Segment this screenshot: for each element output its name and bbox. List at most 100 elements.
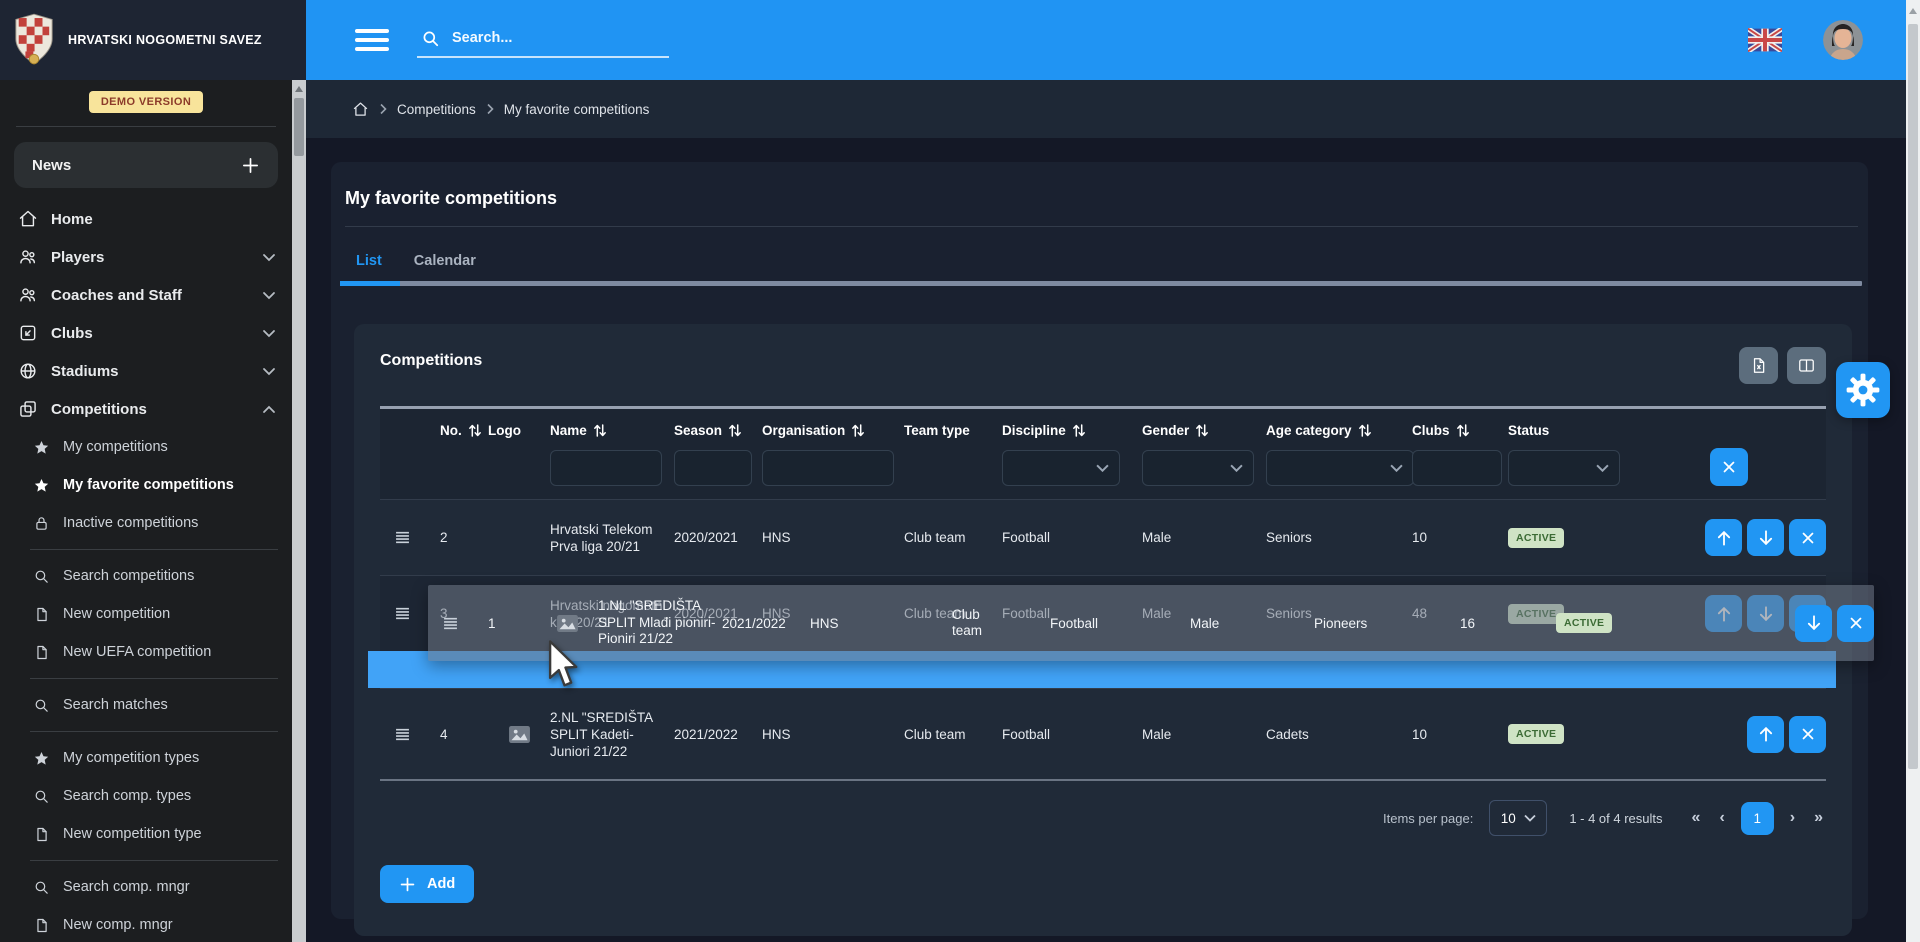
age_category-filter-select[interactable] bbox=[1266, 450, 1414, 486]
remove-button[interactable] bbox=[1789, 716, 1826, 753]
sort-icon[interactable] bbox=[593, 423, 607, 438]
sidebar-item-search-comp-types[interactable]: Search comp. types bbox=[0, 777, 292, 815]
status-filter-select[interactable] bbox=[1508, 450, 1620, 486]
sort-icon[interactable] bbox=[1456, 423, 1470, 438]
cell-age_category: Cadets bbox=[1252, 689, 1412, 779]
columns-toggle-button[interactable] bbox=[1787, 347, 1826, 384]
table-row[interactable]: 2Hrvatski Telekom Prva liga 20/212020/20… bbox=[380, 499, 1826, 575]
sort-icon[interactable] bbox=[468, 423, 482, 438]
clubs-filter-input[interactable] bbox=[1412, 450, 1502, 486]
sort-icon[interactable] bbox=[728, 423, 742, 438]
drag-handle-icon[interactable] bbox=[443, 617, 458, 630]
organisation-filter-input[interactable] bbox=[762, 450, 894, 486]
cell-discipline: Football bbox=[1002, 500, 1128, 575]
search-input[interactable] bbox=[450, 29, 634, 47]
cell-season: 2021/2022 bbox=[674, 689, 762, 779]
pagination-bar: Items per page: 10 1 - 4 of 4 results « … bbox=[380, 795, 1826, 841]
table-row[interactable]: 42.NL "SREDIŠTA SPLIT Kadeti-Juniori 21/… bbox=[380, 688, 1826, 779]
sidebar-item-competitions[interactable]: Competitions bbox=[0, 390, 292, 428]
file-icon bbox=[33, 606, 50, 623]
sort-icon[interactable] bbox=[1358, 423, 1372, 438]
sidebar-item-my-competitions[interactable]: My competitions bbox=[0, 428, 292, 466]
tab-list[interactable]: List bbox=[340, 241, 398, 281]
prev-page-button[interactable]: ‹ bbox=[1716, 809, 1727, 827]
sidebar-item-label: Players bbox=[51, 249, 104, 266]
sidebar-item-new-competition-type[interactable]: New competition type bbox=[0, 815, 292, 853]
gender-filter-select[interactable] bbox=[1142, 450, 1254, 486]
sidebar-item-my-competition-types[interactable]: My competition types bbox=[0, 739, 292, 777]
items-per-page-select[interactable]: 10 bbox=[1489, 800, 1547, 836]
sidebar-item-stadiums[interactable]: Stadiums bbox=[0, 352, 292, 390]
cell-clubs: 10 bbox=[1412, 500, 1508, 575]
move-up-button[interactable] bbox=[1747, 716, 1784, 753]
home-icon[interactable] bbox=[352, 101, 369, 118]
topbar bbox=[306, 0, 1906, 80]
season-filter-input[interactable] bbox=[674, 450, 752, 486]
sidebar-item-home[interactable]: Home bbox=[0, 200, 292, 238]
page-scrollbar-thumb[interactable] bbox=[1908, 24, 1918, 769]
add-news-icon[interactable] bbox=[241, 156, 260, 175]
hamburger-menu-icon[interactable] bbox=[355, 29, 389, 51]
discipline-filter-select[interactable] bbox=[1002, 450, 1120, 486]
sort-icon[interactable] bbox=[1195, 423, 1209, 438]
column-header-logo: Logo bbox=[488, 420, 550, 486]
globe-icon bbox=[18, 361, 38, 381]
move-up-button[interactable] bbox=[1705, 519, 1742, 556]
current-page-button[interactable]: 1 bbox=[1741, 802, 1774, 835]
column-label-name[interactable]: Name bbox=[550, 420, 668, 440]
sort-icon[interactable] bbox=[851, 423, 865, 438]
add-button-label: Add bbox=[427, 876, 455, 892]
sidebar-item-new-competition[interactable]: New competition bbox=[0, 595, 292, 633]
sidebar-item-search-competitions[interactable]: Search competitions bbox=[0, 557, 292, 595]
cell-actions bbox=[1632, 500, 1826, 575]
add-button[interactable]: Add bbox=[380, 865, 474, 903]
sort-icon[interactable] bbox=[1072, 423, 1086, 438]
sidebar-item-search-comp-mngr[interactable]: Search comp. mngr bbox=[0, 868, 292, 906]
clear-filters-button[interactable] bbox=[1710, 448, 1748, 486]
column-label-season[interactable]: Season bbox=[674, 420, 762, 440]
sidebar-scrollbar-thumb[interactable] bbox=[294, 98, 304, 156]
cell-clubs: 16 bbox=[1460, 585, 1556, 661]
last-page-button[interactable]: » bbox=[1811, 809, 1826, 827]
sidebar-item-search-matches[interactable]: Search matches bbox=[0, 686, 292, 724]
next-page-button[interactable]: › bbox=[1787, 809, 1798, 827]
sidebar-item-label: My favorite competitions bbox=[63, 477, 234, 493]
drag-handle-icon[interactable] bbox=[395, 607, 410, 620]
page-scrollbar[interactable] bbox=[1906, 0, 1920, 942]
first-page-button[interactable]: « bbox=[1689, 809, 1704, 827]
sidebar-item-inactive-competitions[interactable]: Inactive competitions bbox=[0, 504, 292, 542]
name-filter-input[interactable] bbox=[550, 450, 662, 486]
dragged-row[interactable]: 11.NL "SREDIŠTA SPLIT Mlađi pioniri-Pion… bbox=[428, 585, 1874, 661]
column-label-organisation[interactable]: Organisation bbox=[762, 420, 904, 440]
cell-gender: Male bbox=[1176, 585, 1300, 661]
scroll-up-icon[interactable] bbox=[1909, 8, 1917, 14]
settings-gear-button[interactable] bbox=[1836, 362, 1890, 418]
export-file-button[interactable] bbox=[1739, 347, 1778, 384]
remove-button[interactable] bbox=[1837, 605, 1874, 642]
column-label-no[interactable]: No. bbox=[440, 420, 488, 440]
tab-calendar[interactable]: Calendar bbox=[398, 241, 492, 281]
sidebar: DEMO VERSION News HomePlayersCoaches and… bbox=[0, 80, 292, 942]
scroll-up-icon[interactable] bbox=[295, 86, 303, 92]
sidebar-item-players[interactable]: Players bbox=[0, 238, 292, 276]
column-label-gender[interactable]: Gender bbox=[1142, 420, 1252, 440]
sidebar-item-new-comp-mngr[interactable]: New comp. mngr bbox=[0, 906, 292, 942]
column-label-clubs[interactable]: Clubs bbox=[1412, 420, 1508, 440]
drag-handle-icon[interactable] bbox=[395, 728, 410, 741]
user-avatar[interactable] bbox=[1823, 20, 1863, 60]
column-label-age_category[interactable]: Age category bbox=[1266, 420, 1412, 440]
move-down-button[interactable] bbox=[1795, 605, 1832, 642]
breadcrumb-competitions[interactable]: Competitions bbox=[397, 102, 476, 117]
column-label-discipline[interactable]: Discipline bbox=[1002, 420, 1128, 440]
sidebar-item-my-favorite-competitions[interactable]: My favorite competitions bbox=[0, 466, 292, 504]
drag-handle-icon[interactable] bbox=[395, 531, 410, 544]
sidebar-item-coaches-and-staff[interactable]: Coaches and Staff bbox=[0, 276, 292, 314]
news-widget[interactable]: News bbox=[14, 142, 278, 188]
competitions-panel: Competitions No.LogoNameSeasonOrganisati… bbox=[354, 324, 1852, 936]
sidebar-scrollbar[interactable] bbox=[292, 80, 306, 942]
uk-flag-icon[interactable] bbox=[1748, 28, 1782, 52]
move-down-button[interactable] bbox=[1747, 519, 1784, 556]
remove-button[interactable] bbox=[1789, 519, 1826, 556]
sidebar-item-clubs[interactable]: Clubs bbox=[0, 314, 292, 352]
sidebar-item-new-uefa-competition[interactable]: New UEFA competition bbox=[0, 633, 292, 671]
